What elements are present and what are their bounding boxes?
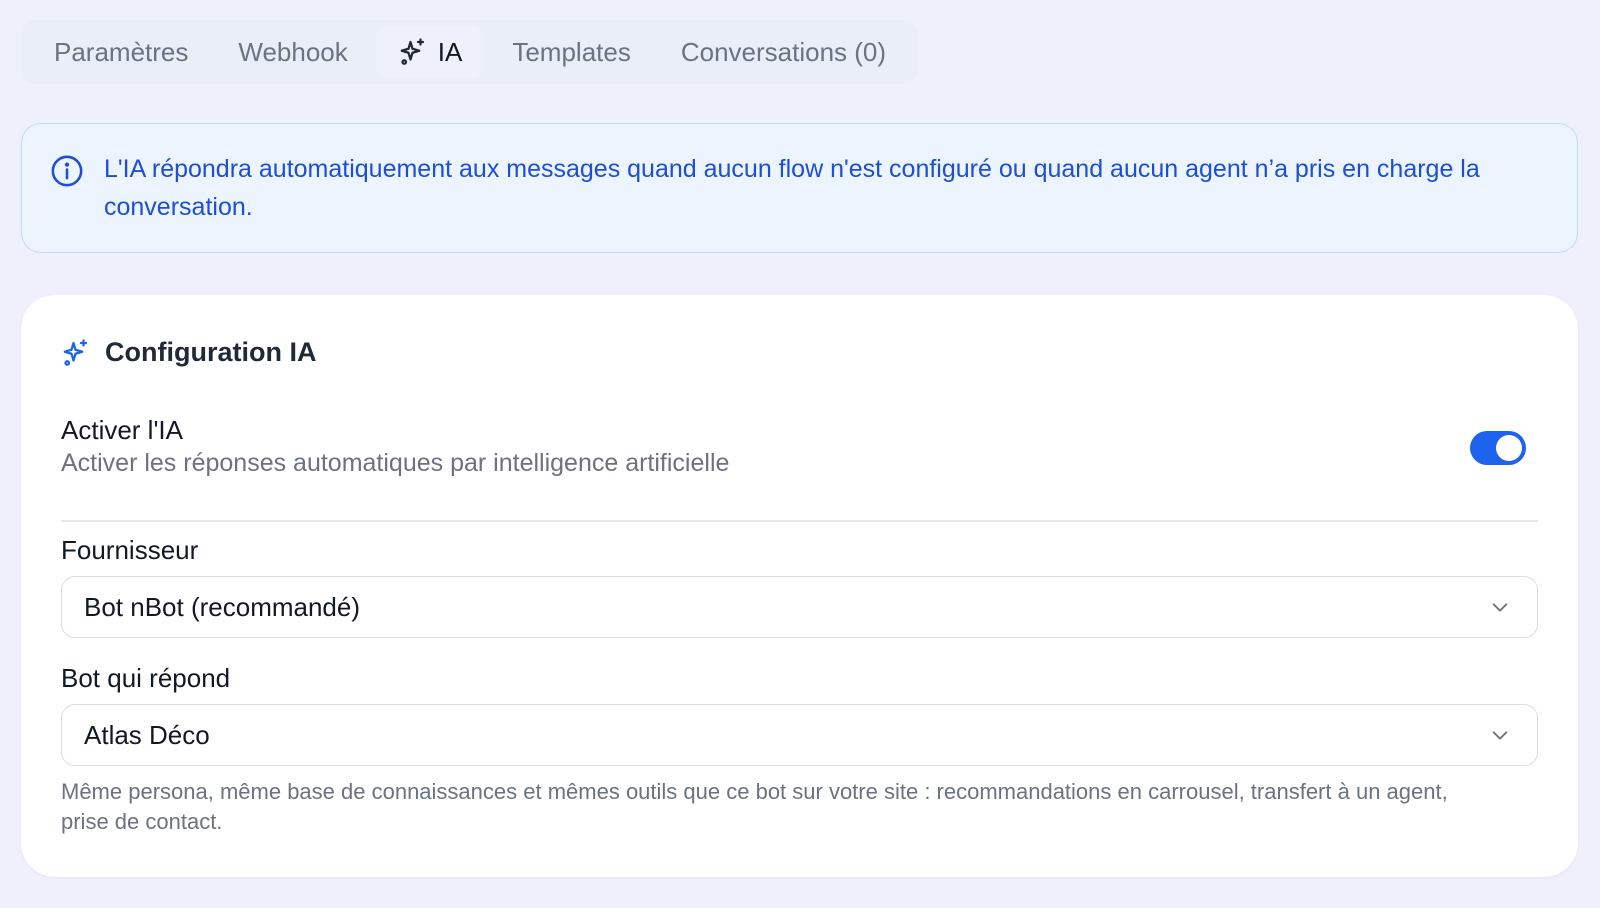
provider-select-value: Bot nBot (recommandé) bbox=[84, 591, 361, 622]
chevron-down-icon bbox=[1492, 731, 1508, 740]
tab-label: Webhook bbox=[238, 36, 348, 67]
page: Paramètres Webhook IA Templates Conversa… bbox=[0, 0, 1600, 908]
tab-ia[interactable]: IA bbox=[375, 26, 485, 78]
ai-toggle-description: Activer les réponses automatiques par in… bbox=[61, 449, 730, 477]
tab-label: Conversations (0) bbox=[680, 36, 887, 67]
info-banner: L'IA répondra automatiquement aux messag… bbox=[21, 123, 1578, 253]
chevron-down-icon bbox=[1492, 603, 1508, 612]
bot-select[interactable]: Atlas Déco bbox=[61, 704, 1538, 766]
ai-toggle-row: Activer l'IA Activer les réponses automa… bbox=[61, 413, 1538, 479]
ai-toggle-label: Activer l'IA bbox=[61, 415, 183, 445]
tab-label: Templates bbox=[512, 36, 631, 67]
divider bbox=[61, 520, 1538, 522]
tab-webhook[interactable]: Webhook bbox=[216, 26, 369, 78]
toggle-knob bbox=[1496, 435, 1522, 461]
tab-parametres[interactable]: Paramètres bbox=[32, 26, 210, 78]
bot-select-value: Atlas Déco bbox=[84, 719, 210, 750]
ai-toggle-switch[interactable] bbox=[1470, 431, 1526, 465]
provider-label: Fournisseur bbox=[61, 535, 199, 565]
bot-helper-text: Même persona, même base de connaissances… bbox=[61, 779, 1448, 834]
info-banner-text: L'IA répondra automatiquement aux messag… bbox=[104, 155, 1480, 221]
tab-label: Paramètres bbox=[54, 36, 189, 67]
ai-config-card: Configuration IA Activer l'IA Activer le… bbox=[21, 295, 1578, 877]
provider-select[interactable]: Bot nBot (recommandé) bbox=[61, 576, 1538, 638]
sparkles-icon bbox=[400, 38, 424, 65]
tab-label: IA bbox=[437, 36, 463, 67]
card-title: Configuration IA bbox=[61, 337, 316, 368]
tab-conversations[interactable]: Conversations (0) bbox=[659, 26, 908, 78]
tab-templates[interactable]: Templates bbox=[490, 26, 653, 78]
card-title-text: Configuration IA bbox=[105, 337, 317, 367]
info-icon bbox=[51, 155, 83, 187]
sparkles-icon bbox=[63, 338, 88, 366]
tab-bar: Paramètres Webhook IA Templates Conversa… bbox=[22, 20, 919, 84]
bot-label: Bot qui répond bbox=[61, 663, 231, 693]
